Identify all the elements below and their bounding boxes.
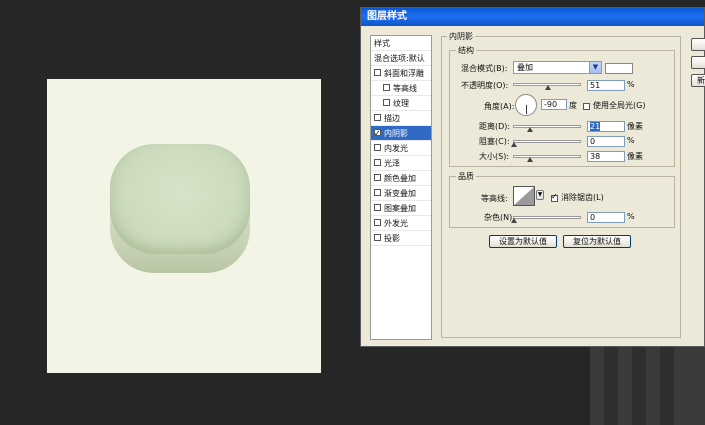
global-light-checkbox[interactable] (583, 103, 590, 110)
style-checkbox[interactable] (374, 189, 381, 196)
style-item-label: 内发光 (384, 144, 408, 153)
blend-mode-value: 叠加 (517, 63, 533, 72)
style-item[interactable]: 描边 (371, 111, 431, 126)
style-item[interactable]: 外发光 (371, 216, 431, 231)
choke-label: 阻塞(C): (479, 137, 510, 146)
style-item-label: 渐变叠加 (384, 189, 416, 198)
distance-input[interactable]: 21 (587, 121, 625, 132)
style-item[interactable]: 样式 (371, 36, 431, 51)
cancel-button[interactable] (691, 56, 705, 69)
style-item[interactable]: 投影 (371, 231, 431, 246)
style-checkbox[interactable] (374, 174, 381, 181)
opacity-slider-thumb[interactable] (544, 85, 551, 90)
opacity-unit: % (627, 80, 635, 89)
blend-mode-label: 混合模式(B): (461, 64, 508, 73)
style-item-label: 样式 (374, 39, 390, 48)
noise-unit: % (627, 212, 635, 221)
distance-slider[interactable] (513, 125, 581, 128)
style-item[interactable]: 混合选项:默认 (371, 51, 431, 66)
chevron-down-icon: ▼ (537, 191, 543, 198)
angle-input[interactable]: -90 (541, 99, 567, 110)
style-checkbox[interactable] (374, 219, 381, 226)
distance-unit: 像素 (627, 122, 643, 131)
style-item[interactable]: 内阴影 (371, 126, 431, 141)
style-item[interactable]: 纹理 (371, 96, 431, 111)
style-item-label: 斜面和浮雕 (384, 69, 424, 78)
size-unit: 像素 (627, 152, 643, 161)
choke-slider[interactable] (513, 140, 581, 143)
style-checkbox[interactable] (374, 126, 381, 141)
reset-default-button[interactable]: 复位为默认值 (563, 235, 631, 248)
style-item-label: 图案叠加 (384, 204, 416, 213)
contour-preview[interactable] (513, 186, 535, 206)
style-checkbox[interactable] (383, 84, 390, 91)
panel-strip (590, 345, 705, 425)
style-item[interactable]: 图案叠加 (371, 201, 431, 216)
quality-title: 品质 (456, 171, 476, 182)
dialog-title: 图层样式 (361, 8, 704, 26)
global-light-label: 使用全局光(G) (593, 101, 646, 110)
opacity-input[interactable]: 51 (587, 80, 625, 91)
panel-column (632, 345, 646, 425)
style-item-label: 内阴影 (384, 129, 408, 138)
new-style-button[interactable]: 新 (691, 74, 705, 87)
style-checkbox[interactable] (383, 99, 390, 106)
size-input[interactable]: 38 (587, 151, 625, 162)
inner-shadow-section-title: 内阴影 (447, 31, 475, 42)
opacity-label: 不透明度(O): (461, 81, 509, 90)
angle-dial[interactable] (515, 94, 537, 116)
style-item[interactable]: 内发光 (371, 141, 431, 156)
style-item[interactable]: 光泽 (371, 156, 431, 171)
panel-column (604, 345, 618, 425)
shadow-color-swatch[interactable] (605, 63, 633, 74)
style-item[interactable]: 等高线 (371, 81, 431, 96)
contour-label: 等高线: (481, 194, 508, 203)
angle-unit: 度 (569, 101, 577, 110)
style-item[interactable]: 颜色叠加 (371, 171, 431, 186)
style-item-label: 等高线 (393, 84, 417, 93)
style-checkbox[interactable] (374, 144, 381, 151)
distance-label: 距离(D): (479, 122, 511, 131)
structure-title: 结构 (456, 45, 476, 56)
style-item-label: 描边 (384, 114, 400, 123)
style-checkbox[interactable] (374, 204, 381, 211)
style-checkbox[interactable] (374, 234, 381, 241)
size-slider[interactable] (513, 155, 581, 158)
style-item-label: 投影 (384, 234, 400, 243)
style-item-label: 外发光 (384, 219, 408, 228)
ok-button[interactable] (691, 38, 705, 51)
choke-unit: % (627, 136, 635, 145)
contour-curve-icon (514, 187, 534, 205)
rounded-shape-top (110, 144, 250, 254)
style-checkbox[interactable] (374, 159, 381, 166)
document-canvas[interactable] (47, 79, 321, 373)
style-item-label: 混合选项:默认 (374, 54, 425, 63)
style-item-label: 颜色叠加 (384, 174, 416, 183)
angle-label: 角度(A): (484, 102, 515, 111)
panel-column (660, 345, 674, 425)
set-default-button[interactable]: 设置为默认值 (489, 235, 557, 248)
choke-input[interactable]: 0 (587, 136, 625, 147)
noise-slider-thumb[interactable] (511, 218, 517, 223)
contour-dropdown-button[interactable]: ▼ (536, 190, 544, 200)
blend-mode-select[interactable]: 叠加 ▼ (513, 61, 602, 74)
style-item-label: 纹理 (393, 99, 409, 108)
layer-style-dialog: 图层样式 样式混合选项:默认斜面和浮雕等高线纹理描边内阴影内发光光泽颜色叠加渐变… (360, 7, 705, 347)
choke-slider-thumb[interactable] (511, 142, 517, 147)
style-item-label: 光泽 (384, 159, 400, 168)
size-slider-thumb[interactable] (527, 157, 533, 162)
anti-alias-checkbox[interactable] (551, 192, 558, 202)
chevron-down-icon: ▼ (589, 62, 601, 73)
style-item[interactable]: 渐变叠加 (371, 186, 431, 201)
anti-alias-label: 消除锯齿(L) (561, 193, 604, 202)
distance-slider-thumb[interactable] (527, 127, 533, 132)
styles-list: 样式混合选项:默认斜面和浮雕等高线纹理描边内阴影内发光光泽颜色叠加渐变叠加图案叠… (370, 35, 432, 340)
style-checkbox[interactable] (374, 69, 381, 76)
style-item[interactable]: 斜面和浮雕 (371, 66, 431, 81)
size-label: 大小(S): (479, 152, 510, 161)
noise-input[interactable]: 0 (587, 212, 625, 223)
style-checkbox[interactable] (374, 114, 381, 121)
noise-slider[interactable] (513, 216, 581, 219)
